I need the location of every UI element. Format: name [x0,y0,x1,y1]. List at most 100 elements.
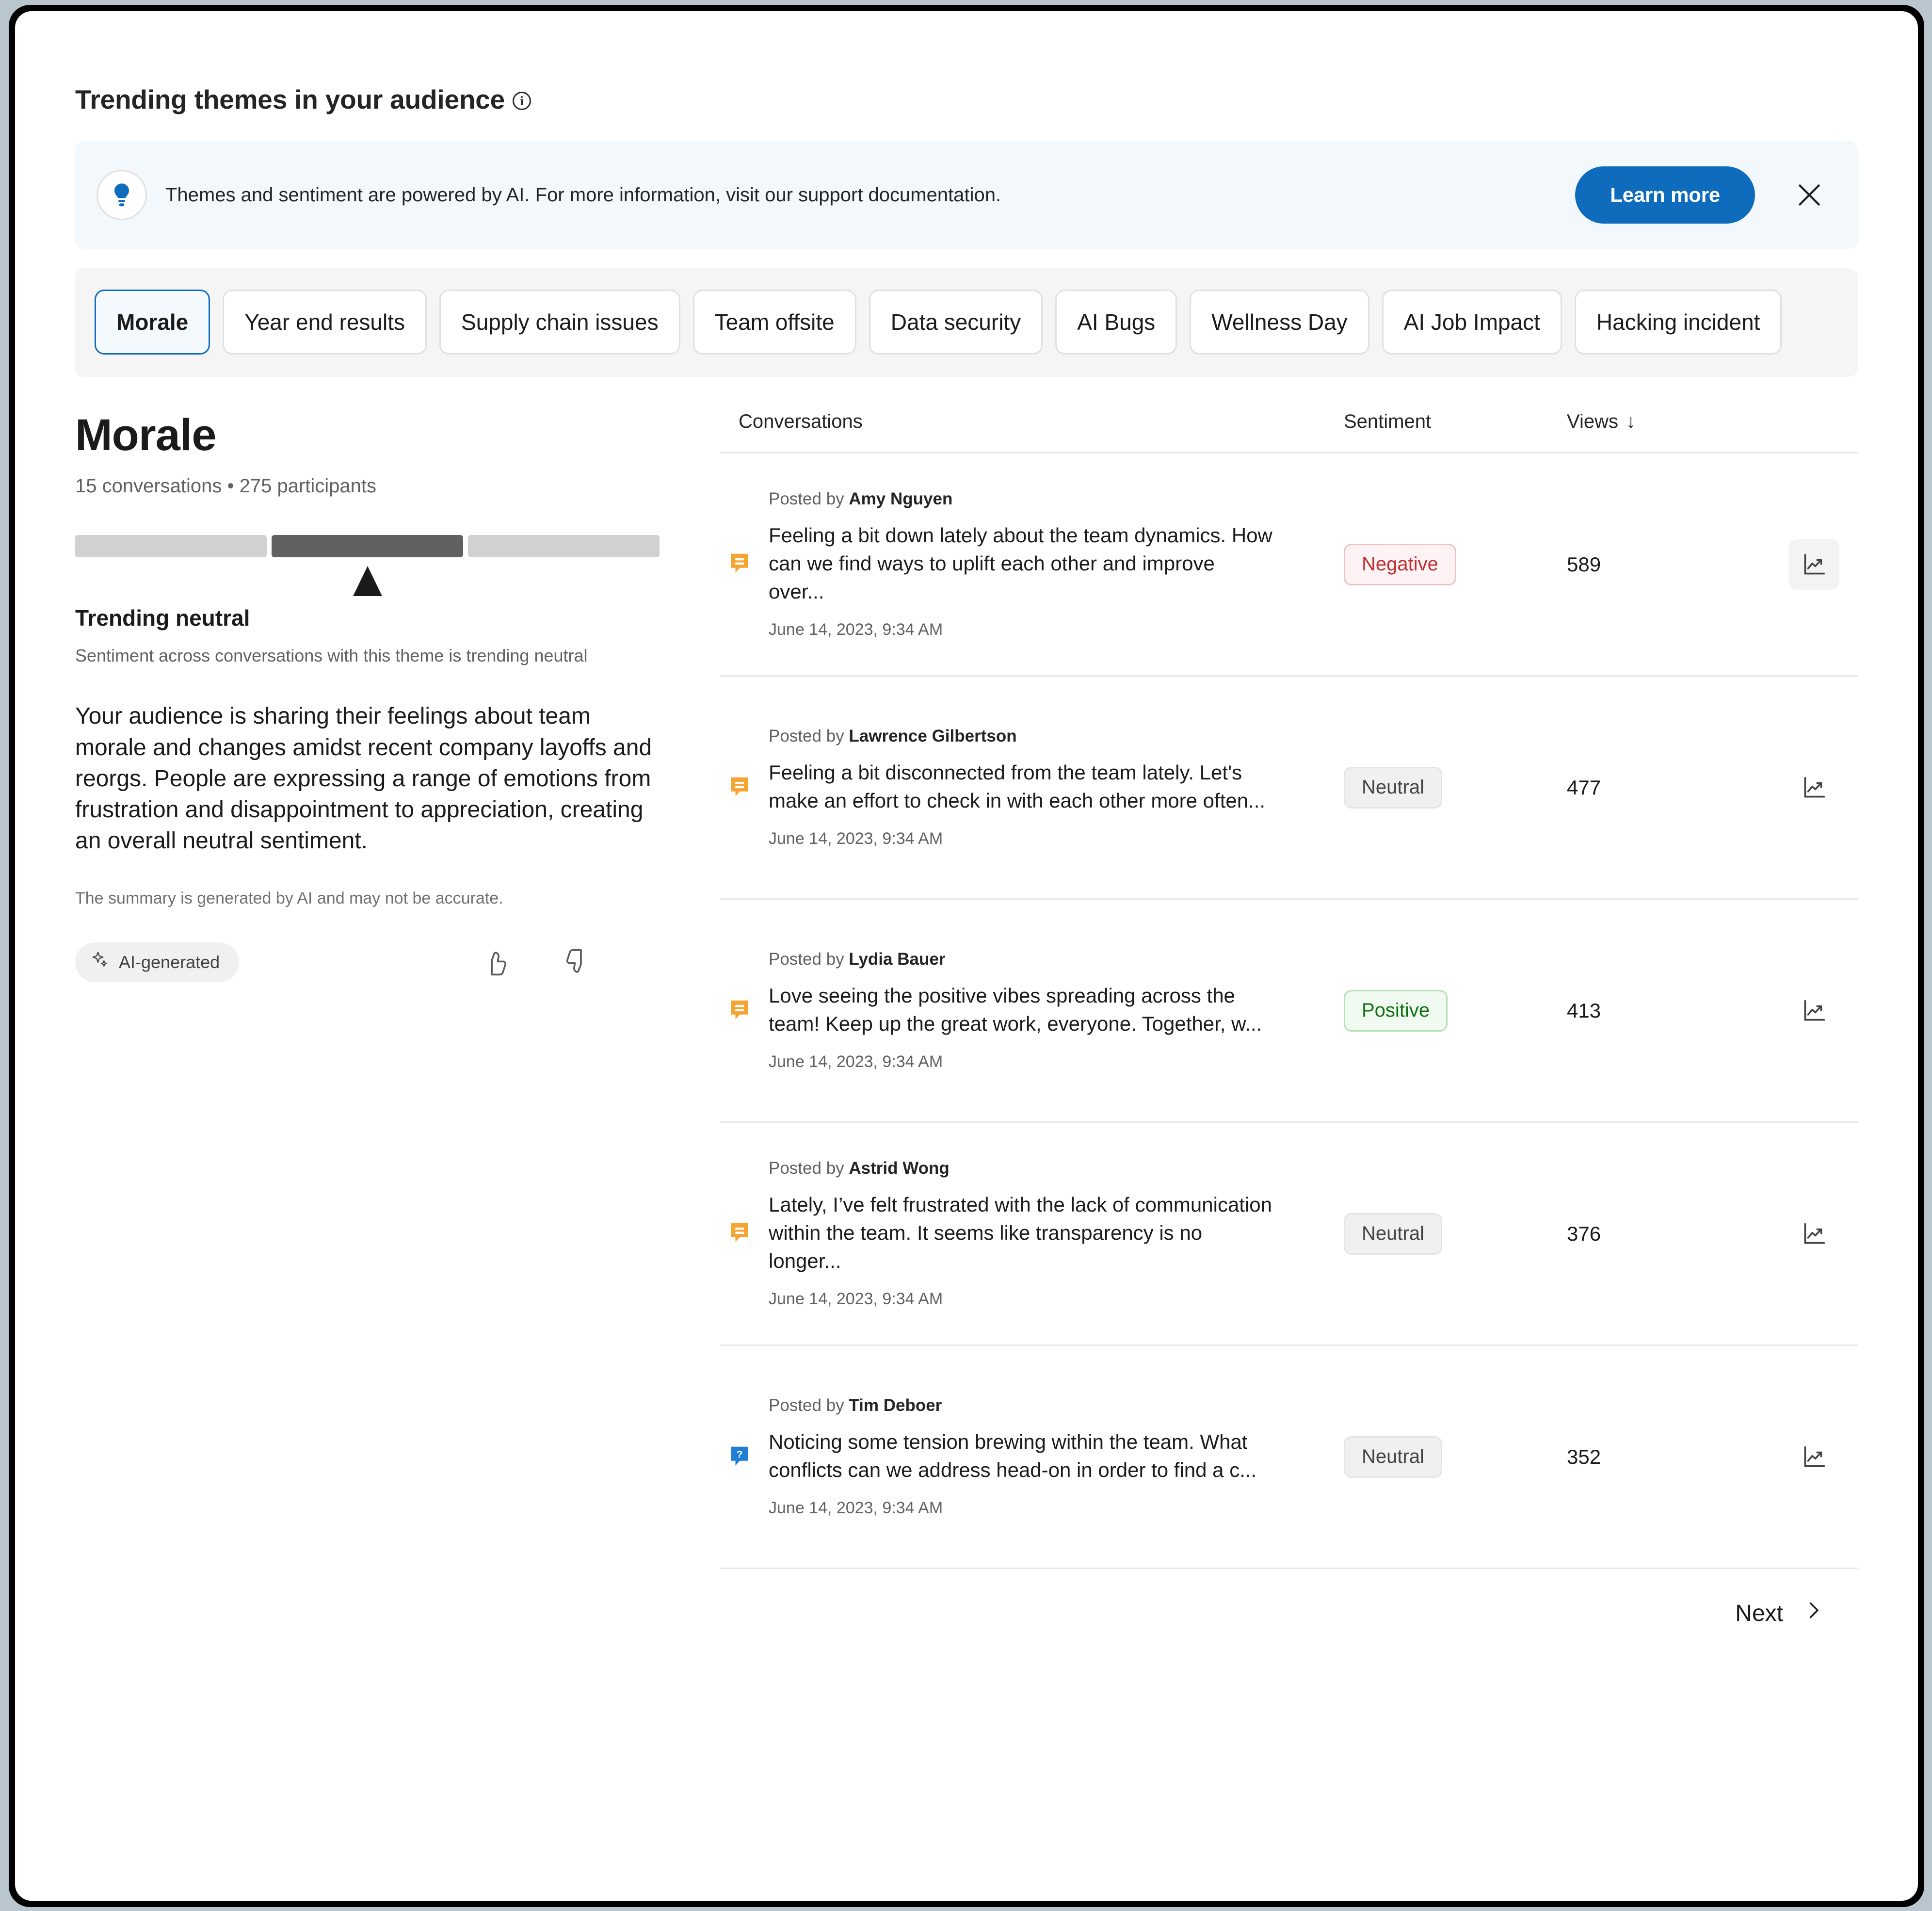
theme-chip-supply-chain-issues[interactable]: Supply chain issues [439,290,680,355]
views-cell: 413 [1567,999,1601,1022]
discussion-icon [725,774,754,802]
main-content: Morale 15 conversations • 275 participan… [15,377,1918,1627]
next-label: Next [1735,1600,1783,1626]
window-frame: Trending themes in your audience i Theme… [9,5,1924,1907]
column-header-conversations: Conversations [739,411,863,432]
author-name: Amy Nguyen [849,489,953,509]
sentiment-cell: Neutral [1344,766,1567,809]
sentiment-cell: Positive [1344,989,1567,1032]
actions-cell [1771,762,1858,813]
posted-by-prefix: Posted by [769,727,844,746]
feedback-buttons [476,942,660,983]
conversation-timestamp: June 14, 2023, 9:34 AM [769,1498,943,1517]
actions-cell [1771,1209,1858,1259]
discussion-icon [725,1219,754,1247]
status-badge: Neutral [1344,1436,1442,1478]
theme-chip-ai-job-impact[interactable]: AI Job Impact [1382,290,1562,355]
conversation-body: Posted by Lawrence Gilbertson Feeling a … [769,727,1344,848]
chevron-right-icon [1803,1599,1825,1627]
conversation-cell: ? Posted by Tim Deboer Noticing some ten… [720,1396,1344,1518]
ai-disclaimer: The summary is generated by AI and may n… [75,889,503,907]
ai-info-banner: Themes and sentiment are powered by AI. … [75,141,1858,249]
sentiment-cell: Negative [1344,543,1567,585]
sentiment-segment-negative [75,535,267,558]
trend-subtitle: Sentiment across conversations with this… [75,646,588,666]
page-title: Trending themes in your audience [75,84,505,114]
next-button[interactable]: Next [1735,1599,1825,1627]
column-header-sentiment: Sentiment [1344,411,1432,432]
sort-descending-icon: ↓ [1626,411,1636,432]
author-name: Lydia Bauer [849,950,946,969]
thumbs-down-icon[interactable] [556,942,596,983]
conversation-snippet: Feeling a bit down lately about the team… [769,524,1272,603]
page-header: Trending themes in your audience i [15,11,1918,115]
conversation-cell: Posted by Lydia Bauer Love seeing the po… [720,950,1344,1071]
info-icon[interactable]: i [513,92,531,110]
status-badge: Negative [1344,543,1456,585]
views-cell: 352 [1567,1445,1601,1468]
close-icon[interactable] [1786,172,1833,218]
discussion-icon [725,550,754,578]
discussion-icon [725,997,754,1025]
posted-by: Posted by Amy Nguyen [769,489,1344,509]
status-badge: Neutral [1344,766,1442,809]
theme-chip-hacking-incident[interactable]: Hacking incident [1574,290,1782,355]
question-icon: ? [725,1443,754,1471]
trend-chart-icon[interactable] [1789,539,1839,590]
posted-by: Posted by Astrid Wong [769,1159,1344,1178]
actions-cell [1771,539,1858,590]
learn-more-button[interactable]: Learn more [1575,166,1755,224]
status-badge: Positive [1344,989,1448,1032]
table-row[interactable]: Posted by Lydia Bauer Love seeing the po… [720,900,1858,1123]
column-header-views[interactable]: Views ↓ [1567,411,1771,433]
svg-text:?: ? [736,1448,742,1460]
theme-meta: 15 conversations • 275 participants [75,475,377,497]
banner-message: Themes and sentiment are powered by AI. … [165,184,1001,206]
ai-summary-text: Your audience is sharing their feelings … [75,703,652,854]
theme-chip-wellness-day[interactable]: Wellness Day [1190,290,1369,355]
theme-chip-morale[interactable]: Morale [95,290,210,355]
conversation-body: Posted by Amy Nguyen Feeling a bit down … [769,489,1344,639]
pagination: Next [720,1569,1858,1627]
posted-by-prefix: Posted by [769,1396,844,1415]
theme-chip-list: Morale Year end results Supply chain iss… [75,268,1858,377]
author-name: Astrid Wong [849,1159,950,1178]
thumbs-up-icon[interactable] [476,942,517,983]
sentiment-pointer-icon [353,566,382,597]
trend-title: Trending neutral [75,605,250,631]
views-cell: 477 [1567,776,1601,799]
sentiment-segment-neutral [272,535,463,558]
conversation-cell: Posted by Amy Nguyen Feeling a bit down … [720,489,1344,639]
theme-chip-team-offsite[interactable]: Team offsite [692,290,856,355]
theme-chip-year-end-results[interactable]: Year end results [223,290,427,355]
posted-by-prefix: Posted by [769,950,844,969]
conversation-timestamp: June 14, 2023, 9:34 AM [769,620,943,639]
sentiment-pointer-track [75,557,660,597]
table-row[interactable]: Posted by Astrid Wong Lately, I’ve felt … [720,1123,1858,1346]
trend-chart-icon[interactable] [1789,762,1839,813]
ai-generated-label: AI-generated [119,952,220,972]
conversation-snippet: Lately, I’ve felt frustrated with the la… [769,1193,1272,1272]
sentiment-cell: Neutral [1344,1436,1567,1478]
conversation-timestamp: June 14, 2023, 9:34 AM [769,829,943,848]
theme-title: Morale [75,410,217,460]
theme-chip-ai-bugs[interactable]: AI Bugs [1055,290,1177,355]
author-name: Tim Deboer [849,1396,942,1415]
theme-chip-data-security[interactable]: Data security [869,290,1043,355]
trend-chart-icon[interactable] [1789,1432,1839,1482]
posted-by: Posted by Lydia Bauer [769,950,1344,969]
trend-chart-icon[interactable] [1789,1209,1839,1259]
conversation-timestamp: June 14, 2023, 9:34 AM [769,1052,943,1071]
conversation-cell: Posted by Lawrence Gilbertson Feeling a … [720,727,1344,848]
conversation-snippet: Love seeing the positive vibes spreading… [769,984,1262,1035]
conversation-snippet: Feeling a bit disconnected from the team… [769,761,1266,812]
table-row[interactable]: Posted by Amy Nguyen Feeling a bit down … [720,453,1858,677]
table-row[interactable]: Posted by Lawrence Gilbertson Feeling a … [720,677,1858,900]
conversation-timestamp: June 14, 2023, 9:34 AM [769,1289,943,1308]
posted-by: Posted by Lawrence Gilbertson [769,727,1344,746]
table-row[interactable]: ? Posted by Tim Deboer Noticing some ten… [720,1346,1858,1569]
conversation-snippet: Noticing some tension brewing within the… [769,1430,1257,1481]
ai-generated-badge[interactable]: AI-generated [75,942,240,982]
trend-chart-icon[interactable] [1789,986,1839,1036]
column-header-views-label: Views [1567,411,1618,432]
